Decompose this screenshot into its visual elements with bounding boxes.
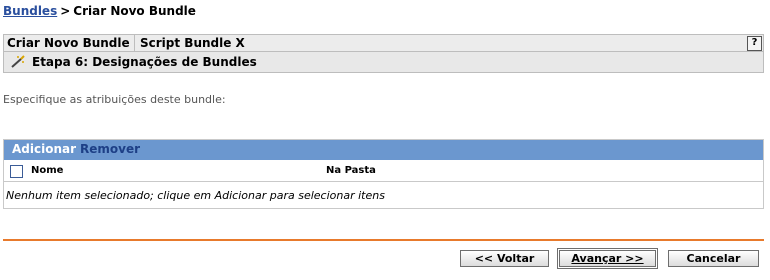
breadcrumb: Bundles > Criar Novo Bundle [3, 4, 196, 18]
wand-icon [11, 55, 25, 68]
breadcrumb-separator: > [60, 4, 71, 18]
add-button[interactable]: Adicionar [12, 142, 76, 156]
select-all-checkbox[interactable] [10, 165, 23, 178]
column-header-folder[interactable]: Na Pasta [326, 165, 376, 176]
breadcrumb-link-bundles[interactable]: Bundles [3, 4, 57, 18]
table-header-row: Nome Na Pasta [4, 160, 763, 182]
wizard-header: Criar Novo Bundle Script Bundle X ? [3, 34, 764, 52]
table-toolbar: Adicionar Remover [4, 140, 763, 160]
step-bar: Etapa 6: Designações de Bundles [3, 52, 764, 73]
back-button[interactable]: << Voltar [460, 250, 549, 267]
footer-divider [3, 239, 764, 241]
empty-table-message: Nenhum item selecionado; clique em Adici… [6, 189, 385, 202]
breadcrumb-current: Criar Novo Bundle [73, 4, 196, 18]
assignments-table: Adicionar Remover Nome Na Pasta Nenhum i… [3, 139, 764, 209]
remove-button[interactable]: Remover [80, 142, 140, 156]
column-header-name[interactable]: Nome [31, 165, 63, 176]
wizard-title: Criar Novo Bundle [4, 35, 135, 51]
instructions-text: Especifique as atribuições deste bundle: [3, 93, 226, 106]
next-button-label: Avançar >> [571, 252, 644, 265]
help-button[interactable]: ? [747, 36, 762, 51]
step-title: Etapa 6: Designações de Bundles [32, 55, 257, 69]
cancel-button[interactable]: Cancelar [668, 250, 759, 267]
bundle-name: Script Bundle X [140, 36, 245, 50]
next-button[interactable]: Avançar >> [557, 248, 658, 269]
